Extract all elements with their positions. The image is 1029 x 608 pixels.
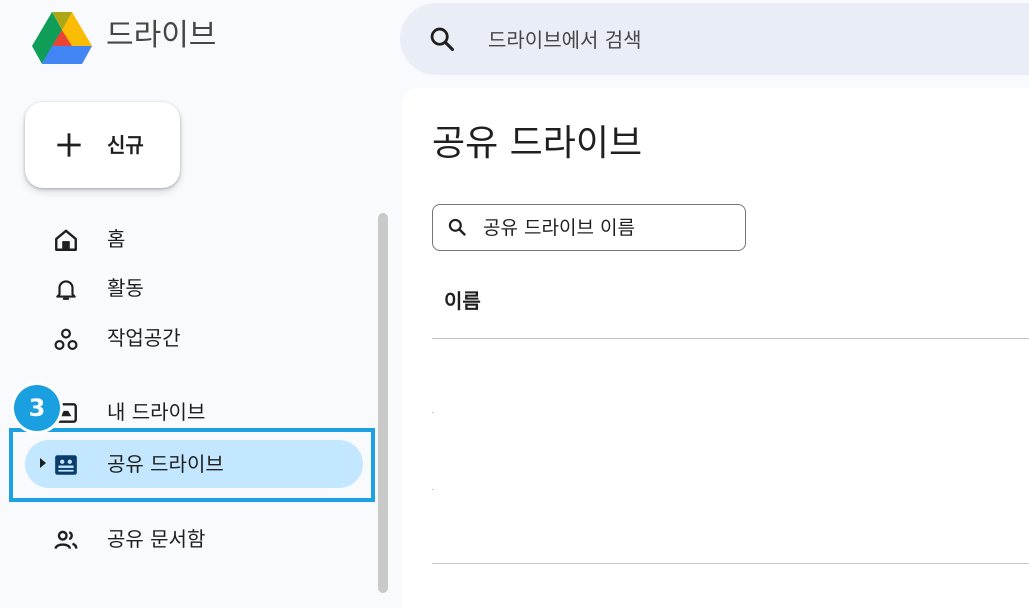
page-title: 공유 드라이브 <box>432 123 643 164</box>
column-header-name[interactable]: 이름 <box>444 287 481 315</box>
new-button-label: 신규 <box>107 133 144 157</box>
sidebar-item-label: 내 드라이브 <box>107 400 206 424</box>
divider <box>432 563 1029 564</box>
plus-icon <box>57 133 81 157</box>
sidebar-item-label: 공유 드라이브 <box>107 452 224 476</box>
bell-icon <box>56 280 76 300</box>
search-icon <box>448 218 466 236</box>
drive-search-bar[interactable] <box>400 3 1029 75</box>
home-icon <box>55 229 77 251</box>
sidebar-item-home[interactable]: 홈 <box>25 215 363 263</box>
shared-drive-search[interactable] <box>432 204 746 251</box>
sidebar-scrollbar[interactable] <box>378 213 388 593</box>
people-icon <box>54 530 78 550</box>
sidebar-item-label: 활동 <box>107 276 144 300</box>
shared-drives-icon <box>55 455 77 475</box>
workspaces-icon <box>54 328 78 350</box>
search-icon[interactable] <box>428 25 456 53</box>
drive-search-input[interactable] <box>486 21 990 59</box>
sidebar-item-workspaces[interactable]: 작업공간 <box>25 314 363 362</box>
expand-arrow-icon[interactable] <box>40 458 46 468</box>
drive-logo-icon <box>32 12 92 64</box>
divider <box>432 489 434 490</box>
app-name: 드라이브 <box>106 18 217 53</box>
step-badge: 3 <box>14 385 60 431</box>
sidebar-item-shared-drives[interactable]: 공유 드라이브 <box>25 440 363 488</box>
sidebar-item-shared-with-me[interactable]: 공유 문서함 <box>25 515 363 563</box>
new-button[interactable]: 신규 <box>25 102 180 188</box>
sidebar-item-my-drive[interactable]: 내 드라이브 <box>25 388 363 436</box>
sidebar-item-label: 홈 <box>107 227 126 251</box>
shared-drive-search-input[interactable] <box>481 214 735 242</box>
sidebar-item-label: 공유 문서함 <box>107 527 206 551</box>
sidebar-item-label: 작업공간 <box>107 326 181 350</box>
divider <box>432 338 1029 339</box>
divider <box>432 412 434 413</box>
sidebar-item-activity[interactable]: 활동 <box>25 264 363 312</box>
